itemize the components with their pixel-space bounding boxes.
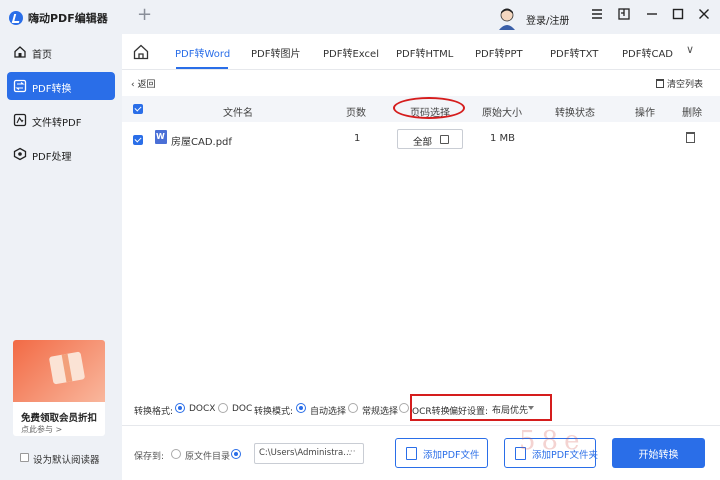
mode-normal-label: 常规选择 bbox=[362, 407, 399, 417]
browse-more-icon[interactable]: ··· bbox=[347, 447, 356, 457]
promo-link[interactable]: 点此参与 > bbox=[21, 424, 62, 435]
table-row: 房屋CAD.pdf 1 全部 1 MB bbox=[122, 128, 720, 152]
tab-pdf-to-ppt[interactable]: PDF转PPT bbox=[475, 45, 523, 60]
tab-pdf-to-cad[interactable]: PDF转CAD bbox=[622, 45, 673, 60]
default-reader-label: 设为默认阅读器 bbox=[33, 455, 100, 466]
close-icon[interactable] bbox=[696, 8, 712, 24]
save-to-label: 保存到: bbox=[134, 452, 165, 462]
tabs-more-chevron-icon[interactable]: ∨ bbox=[686, 43, 694, 56]
header-pages: 页数 bbox=[346, 108, 366, 119]
conversion-tabs: PDF转Word PDF转图片 PDF转Excel PDF转HTML PDF转P… bbox=[122, 34, 720, 70]
login-link[interactable]: 登录/注册 bbox=[526, 12, 569, 27]
save-path-value: C:\Users\Administra... bbox=[259, 448, 352, 458]
app-title: 嗨动PDF编辑器 bbox=[28, 12, 108, 25]
header-action: 操作 bbox=[635, 108, 655, 119]
mode-auto-radio[interactable] bbox=[296, 403, 306, 413]
file-name: 房屋CAD.pdf bbox=[171, 137, 232, 148]
file-pages: 1 bbox=[354, 133, 361, 144]
maximize-icon[interactable] bbox=[670, 8, 686, 24]
word-file-icon bbox=[155, 130, 167, 144]
tab-pdf-to-excel[interactable]: PDF转Excel bbox=[323, 45, 379, 60]
sidebar-item-pdf-convert[interactable]: PDF转换 bbox=[7, 72, 115, 100]
tab-pdf-to-image[interactable]: PDF转图片 bbox=[251, 45, 300, 60]
minimize-icon[interactable] bbox=[644, 8, 660, 24]
annotation-ellipse bbox=[393, 97, 465, 119]
default-reader-checkbox[interactable] bbox=[20, 453, 29, 462]
select-all-checkbox[interactable] bbox=[133, 104, 143, 114]
format-doc-radio[interactable] bbox=[218, 403, 228, 413]
pdf-process-icon bbox=[13, 147, 27, 161]
format-label: 转换格式: bbox=[134, 407, 174, 417]
header-status: 转换状态 bbox=[555, 108, 595, 119]
convert-icon bbox=[13, 79, 27, 93]
watermark: 58e bbox=[519, 426, 586, 456]
save-path-field[interactable]: C:\Users\Administra... ··· bbox=[254, 443, 364, 464]
menu-icon[interactable] bbox=[589, 8, 605, 24]
start-convert-label: 开始转换 bbox=[638, 450, 679, 461]
add-pdf-file-label: 添加PDF文件 bbox=[423, 450, 480, 461]
clear-list-label: 清空列表 bbox=[667, 80, 704, 90]
original-dir-radio[interactable] bbox=[171, 449, 181, 459]
sidebar-item-label: PDF转换 bbox=[32, 84, 72, 95]
back-button[interactable]: ‹ 返回 bbox=[131, 77, 155, 90]
format-docx-radio[interactable] bbox=[175, 403, 185, 413]
clear-list-button[interactable]: 清空列表 bbox=[656, 77, 703, 90]
trash-icon bbox=[656, 79, 664, 88]
back-label: 返回 bbox=[137, 80, 156, 90]
main-panel: PDF转Word PDF转图片 PDF转Excel PDF转HTML PDF转P… bbox=[122, 34, 720, 480]
original-dir-label: 原文件目录 bbox=[185, 452, 231, 462]
sidebar-item-home[interactable]: 首页 bbox=[7, 38, 115, 66]
header-delete: 删除 bbox=[682, 108, 702, 119]
edit-icon bbox=[440, 135, 449, 144]
sidebar: 首页 PDF转换 文件转PDF PDF处理 免费领取会员折扣 点此参与 > 设为… bbox=[0, 34, 122, 480]
gift-icon bbox=[48, 351, 86, 385]
promo-title: 免费领取会员折扣 bbox=[21, 413, 98, 424]
app-logo-icon bbox=[9, 11, 23, 25]
mode-label: 转换模式: bbox=[254, 407, 294, 417]
title-bar: 嗨动PDF编辑器 + 登录/注册 bbox=[0, 0, 720, 34]
home-tab-icon[interactable] bbox=[132, 43, 150, 61]
format-doc-label: DOC bbox=[232, 404, 253, 414]
start-convert-button[interactable]: 开始转换 bbox=[612, 438, 705, 468]
mode-auto-label: 自动选择 bbox=[310, 407, 347, 417]
sidebar-item-label: 文件转PDF bbox=[32, 118, 82, 129]
tab-pdf-to-txt[interactable]: PDF转TXT bbox=[550, 45, 598, 60]
add-pdf-file-button[interactable]: 添加PDF文件 bbox=[395, 438, 488, 468]
avatar[interactable] bbox=[496, 6, 518, 30]
bottom-bar: 保存到: 原文件目录 C:\Users\Administra... ··· 添加… bbox=[122, 426, 720, 480]
promo-card[interactable]: 免费领取会员折扣 点此参与 > bbox=[13, 340, 105, 436]
sidebar-item-pdf-process[interactable]: PDF处理 bbox=[7, 140, 115, 168]
sidebar-item-file-to-pdf[interactable]: 文件转PDF bbox=[7, 106, 115, 134]
add-file-icon bbox=[406, 447, 417, 460]
file-to-pdf-icon bbox=[13, 113, 27, 127]
sidebar-item-label: 首页 bbox=[32, 50, 52, 61]
sidebar-item-label: PDF处理 bbox=[32, 152, 72, 163]
tab-pdf-to-html[interactable]: PDF转HTML bbox=[396, 45, 453, 60]
custom-dir-radio[interactable] bbox=[231, 449, 241, 459]
row-checkbox[interactable] bbox=[133, 135, 143, 145]
new-tab-button[interactable]: + bbox=[137, 5, 152, 25]
tab-pdf-to-word[interactable]: PDF转Word bbox=[175, 45, 230, 60]
page-select-label: 全部 bbox=[413, 137, 433, 148]
annotation-rectangle bbox=[410, 394, 552, 421]
active-tab-indicator bbox=[176, 67, 228, 69]
header-filename: 文件名 bbox=[223, 108, 253, 119]
pin-icon[interactable] bbox=[616, 8, 632, 24]
delete-row-icon[interactable] bbox=[686, 132, 695, 143]
file-size: 1 MB bbox=[490, 133, 516, 144]
home-icon bbox=[14, 46, 26, 58]
mode-normal-radio[interactable] bbox=[348, 403, 358, 413]
promo-image bbox=[13, 340, 105, 402]
page-select-button[interactable]: 全部 bbox=[397, 129, 463, 149]
header-original-size: 原始大小 bbox=[482, 108, 522, 119]
mode-ocr-radio[interactable] bbox=[399, 403, 409, 413]
format-docx-label: DOCX bbox=[189, 404, 216, 414]
